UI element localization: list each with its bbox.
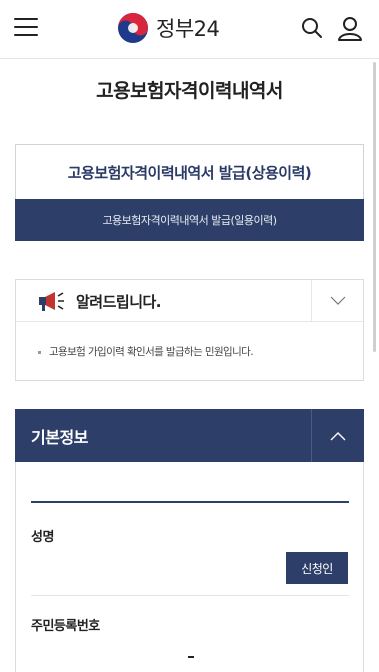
bullet-icon <box>38 350 41 354</box>
applicant-button[interactable]: 신청인 <box>286 552 348 584</box>
section-divider <box>31 501 349 503</box>
search-icon <box>302 18 322 38</box>
tab-regular-history[interactable]: 고용보험자격이력내역서 발급(상용이력) <box>15 144 364 199</box>
gov24-logo[interactable]: 정부24 <box>116 11 220 45</box>
user-icon <box>338 17 362 41</box>
megaphone-icon <box>39 292 64 311</box>
basic-info-toggle-button[interactable] <box>311 409 364 462</box>
chevron-up-icon <box>330 431 346 440</box>
page-title: 고용보험자격이력내역서 <box>96 80 283 102</box>
menu-button[interactable] <box>14 18 38 40</box>
header-divider <box>0 58 379 59</box>
notice-title: 알려드립니다. <box>76 293 162 311</box>
notice-text: 고용보험 가입이력 확인서를 발급하는 민원입니다. <box>49 346 254 358</box>
basic-info-header: 기본정보 <box>15 409 364 462</box>
logo-text: 정부24 <box>156 17 220 41</box>
user-button[interactable] <box>336 15 364 41</box>
basic-info-title: 기본정보 <box>31 428 88 447</box>
taegeuk-logo-icon <box>118 13 148 43</box>
tab-daily-history[interactable]: 고용보험자격이력내역서 발급(일용이력) <box>15 199 364 241</box>
rrn-label: 주민등록번호 <box>31 619 100 634</box>
app-header: 정부24 <box>0 0 379 59</box>
notice-body: 고용보험 가입이력 확인서를 발급하는 민원입니다. <box>38 344 254 359</box>
search-button[interactable] <box>300 16 324 40</box>
basic-info-panel: 기본정보 성명 신청인 주민등록번호 <box>15 409 364 672</box>
notice-panel: 알려드립니다. 고용보험 가입이력 확인서를 발급하는 민원입니다. <box>15 279 364 381</box>
name-value <box>31 562 271 582</box>
page-scrollbar[interactable] <box>373 62 376 352</box>
chevron-down-icon <box>330 296 345 305</box>
hamburger-menu-icon <box>14 18 38 20</box>
name-label: 성명 <box>31 530 54 545</box>
notice-toggle-button[interactable] <box>311 280 363 321</box>
notice-header: 알려드립니다. <box>16 280 363 322</box>
rrn-separator <box>188 656 194 658</box>
row-divider <box>31 595 349 596</box>
